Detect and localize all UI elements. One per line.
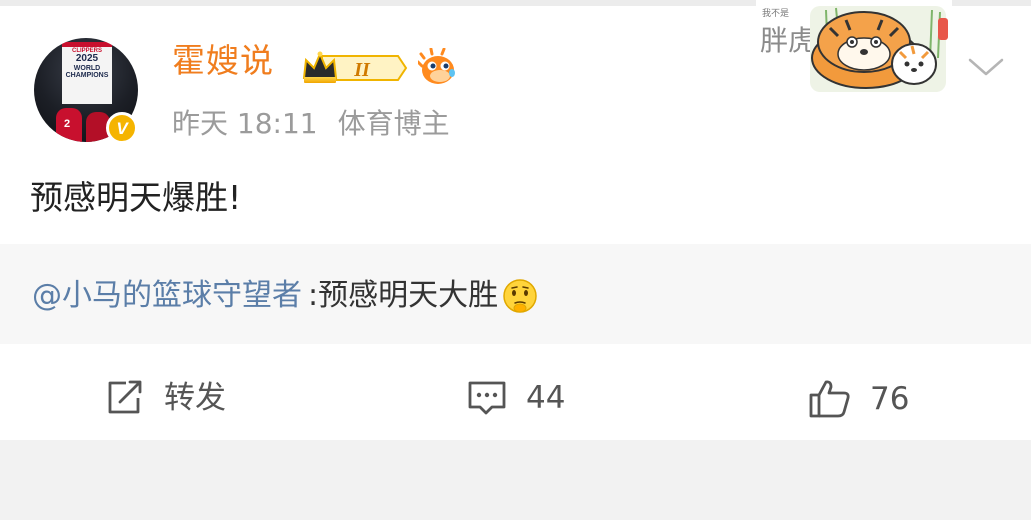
share-external-icon (108, 380, 142, 414)
like-count: 76 (870, 380, 910, 417)
post-meta: 昨天 18:11 体育博主 (172, 110, 450, 138)
repost-button[interactable]: 转发 (104, 378, 226, 418)
retweet-text: :预感明天大胜 (308, 278, 499, 313)
level-badge-text: II (353, 59, 371, 81)
page-background (0, 440, 1031, 520)
thinking-face-emoji (503, 279, 537, 313)
pufferfish-icon[interactable] (418, 48, 458, 88)
avatar-player-left: 2 (56, 108, 82, 142)
banner-text-year: 2025 (75, 53, 99, 65)
chevron-down-icon[interactable] (966, 52, 1006, 82)
sticker-small-text: 我不是 (762, 8, 789, 19)
username[interactable]: 霍嫂说 (172, 44, 274, 77)
banner-text-world: WORLD (73, 64, 101, 72)
crown-badge-icon[interactable]: II (302, 50, 408, 86)
post-text: 预感明天爆胜! (30, 178, 242, 217)
like-button[interactable]: 76 (808, 378, 909, 420)
repost-label: 转发 (164, 379, 226, 416)
comment-count: 44 (526, 379, 566, 416)
sticker-big-text: 胖虎 (760, 24, 816, 57)
verified-mark: V (116, 118, 128, 138)
post-source: 体育博主 (337, 107, 450, 140)
verified-badge-icon: V (106, 112, 138, 144)
banner-text-champions: CHAMPIONS (65, 72, 109, 80)
jersey-number: 2 (64, 118, 71, 130)
tiger-sticker[interactable]: 我不是 胖虎 (756, 0, 952, 96)
thumbs-up-icon (809, 380, 850, 418)
retweet-mention[interactable]: @小马的篮球守望者 (32, 281, 302, 311)
comment-button[interactable]: 44 (466, 378, 565, 418)
retweet-line: @小马的篮球守望者 :预感明天大胜 (32, 278, 538, 314)
post-time: 昨天 18:11 (172, 107, 318, 140)
avatar-banner: CLIPPERS 2025 WORLD CHAMPIONS (62, 42, 112, 104)
comment-bubble-icon (468, 381, 506, 415)
